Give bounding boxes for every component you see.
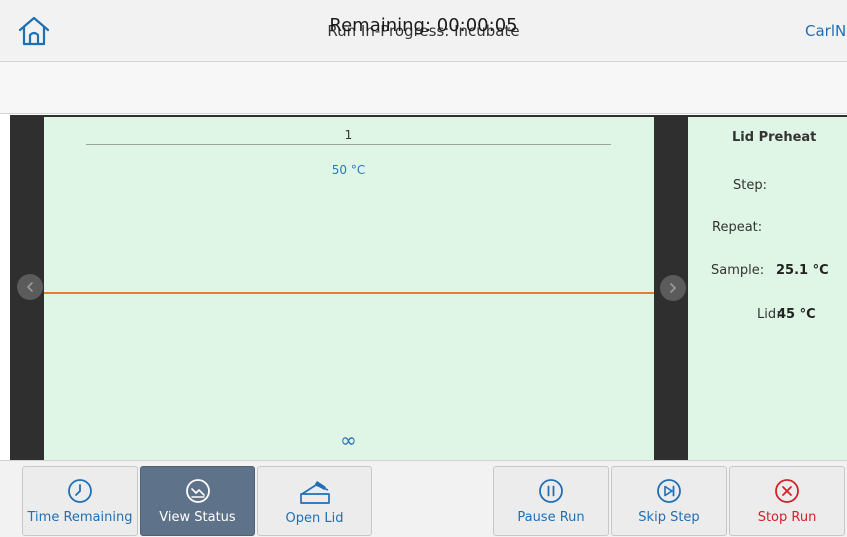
hold-infinity: ∞ (340, 428, 357, 452)
repeat-label: Repeat: (712, 220, 763, 235)
step-divider (86, 144, 611, 145)
next-step-button[interactable] (660, 275, 686, 301)
status-title: Lid Preheat (732, 130, 817, 145)
stop-run-button[interactable]: Stop Run (729, 466, 845, 536)
step-number: 1 (344, 128, 353, 142)
remaining-bar (0, 62, 847, 114)
skip-icon (657, 478, 681, 503)
open-lid-label: Open Lid (285, 510, 344, 526)
clock-icon (68, 478, 92, 503)
chevron-right-icon (670, 283, 676, 293)
status-panel (688, 117, 847, 460)
skip-step-button[interactable]: Skip Step (611, 466, 727, 536)
lid-temperature: 45 °C (777, 307, 816, 322)
open-lid-button[interactable]: Open Lid (257, 466, 372, 536)
stop-icon (775, 478, 799, 503)
skip-step-label: Skip Step (638, 509, 700, 525)
chevron-left-icon (27, 282, 33, 292)
pause-run-label: Pause Run (517, 509, 585, 525)
view-status-button[interactable]: View Status (140, 466, 255, 536)
time-remaining-label: Time Remaining (27, 509, 133, 525)
pause-run-button[interactable]: Pause Run (493, 466, 609, 536)
step-label: Step: (733, 178, 767, 193)
remaining-time: Remaining: 00:00:05 (329, 15, 518, 36)
temperature-line (44, 292, 654, 294)
sample-label: Sample: (711, 263, 765, 278)
open-lid-icon (299, 480, 330, 504)
chart-icon (185, 478, 210, 503)
pause-icon (539, 478, 563, 503)
stop-run-label: Stop Run (757, 509, 817, 525)
time-remaining-button[interactable]: Time Remaining (22, 466, 138, 536)
sample-temperature: 25.1 °C (776, 263, 829, 278)
step-temperature: 50 °C (331, 163, 366, 177)
previous-step-button[interactable] (17, 274, 43, 300)
view-status-label: View Status (159, 509, 236, 525)
